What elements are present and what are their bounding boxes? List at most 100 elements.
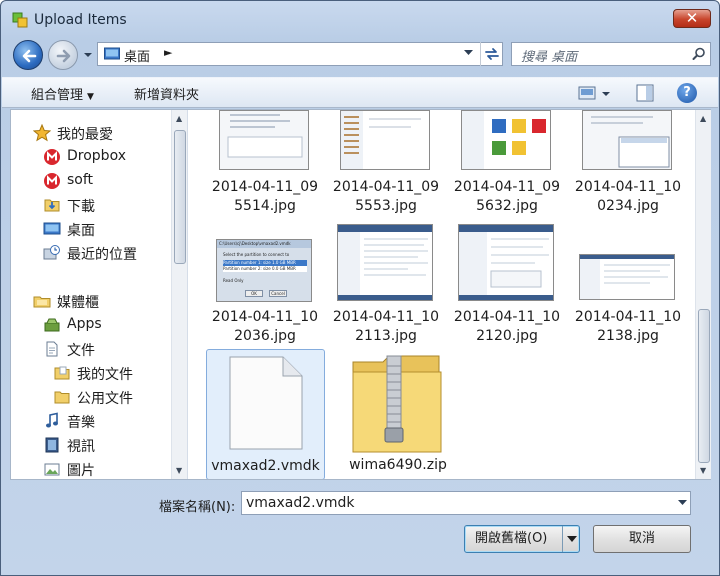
file-scroll-thumb[interactable]: [698, 309, 710, 463]
star-icon: [33, 124, 51, 142]
breadcrumb-chevron-icon[interactable]: ►: [164, 46, 172, 59]
title-bar: Upload Items ✕: [1, 1, 719, 39]
history-dropdown-icon[interactable]: [83, 50, 93, 60]
screenshot-preview: [338, 225, 432, 300]
file-name-line1: 2014-04-11_09: [332, 179, 440, 195]
screenshot-preview: [462, 111, 550, 169]
nav-favorites-label: 我的最愛: [57, 127, 113, 143]
screenshot-preview: [341, 111, 429, 169]
scroll-up-icon[interactable]: ▲: [700, 114, 706, 123]
refresh-button[interactable]: [480, 42, 502, 66]
nav-scroll-thumb[interactable]: [174, 130, 186, 264]
file-name: vmaxad2.vmdk: [211, 458, 320, 474]
navigation-pane: 我的最愛 Dropbox soft 下載 桌面 最近的位置 媒體櫃 Apps 文…: [11, 110, 188, 479]
file-thumbnail[interactable]: [579, 254, 675, 300]
nav-libraries-label: 媒體櫃: [57, 295, 99, 311]
file-name-line1: 2014-04-11_10: [211, 309, 319, 325]
file-name-line2: 5632.jpg: [476, 198, 538, 214]
dialog-preview-checkbox: Read Only: [223, 278, 244, 283]
file-name-line1: 2014-04-11_10: [453, 309, 561, 325]
nav-item-label: 最近的位置: [67, 247, 137, 263]
nav-item-label: 下載: [67, 199, 95, 215]
dialog-preview-prompt: Select the partition to connect to: [223, 252, 290, 257]
filename-dropdown-icon[interactable]: [678, 500, 687, 506]
download-folder-icon: [44, 199, 60, 212]
organize-menu[interactable]: 組合管理 ▼: [31, 84, 94, 103]
file-thumbnail[interactable]: [582, 110, 672, 170]
file-name-line2: 5514.jpg: [234, 198, 296, 214]
nav-item-label: 音樂: [67, 415, 95, 431]
new-folder-button[interactable]: 新增資料夾: [134, 84, 199, 103]
file-list: 2014-04-11_09 5514.jpg 2014-04-11_09 555…: [189, 110, 695, 479]
nav-item-label: 圖片: [67, 463, 95, 479]
arrow-right-icon: [56, 49, 71, 63]
desktop-icon: [43, 222, 61, 235]
nav-item-label: 視訊: [67, 439, 95, 455]
file-thumbnail[interactable]: [458, 224, 554, 301]
desktop-folder-icon: [104, 47, 120, 60]
search-placeholder: 搜尋 桌面: [521, 50, 578, 65]
file-item[interactable]: wima6490.zip: [339, 351, 457, 479]
upload-dialog: Upload Items ✕ 桌面 ► 搜尋 桌面 組合管理 ▼ 新增資料夾 ?…: [0, 0, 720, 576]
file-thumbnail[interactable]: [461, 110, 551, 170]
documents-icon: [46, 341, 58, 357]
file-thumbnail[interactable]: [337, 224, 433, 301]
search-input[interactable]: 搜尋 桌面: [511, 42, 711, 66]
blank-document-icon: [229, 356, 303, 450]
forward-button[interactable]: [48, 40, 78, 70]
filename-label: 檔案名稱(N):: [159, 500, 236, 515]
filename-input[interactable]: vmaxad2.vmdk: [241, 491, 691, 515]
file-name-line2: 2036.jpg: [234, 328, 296, 344]
file-name: wima6490.zip: [349, 457, 447, 473]
dialog-preview-cancel: Cancel: [269, 290, 287, 297]
mega-icon: [44, 149, 60, 165]
filename-value: vmaxad2.vmdk: [246, 495, 355, 511]
file-thumbnail[interactable]: C:\Users\cj\Desktop\vmaxad2.vmdk Select …: [216, 239, 312, 302]
nav-item-label: 我的文件: [77, 367, 133, 383]
screenshot-preview: [583, 111, 671, 169]
search-icon[interactable]: [692, 47, 706, 61]
arrow-left-icon: [22, 49, 37, 63]
window-title: Upload Items: [34, 12, 127, 28]
organize-label: 組合管理: [31, 88, 84, 103]
file-thumbnail[interactable]: [219, 110, 309, 170]
file-thumbnail[interactable]: [340, 110, 430, 170]
change-view-icon[interactable]: [578, 84, 612, 104]
close-button[interactable]: ✕: [673, 9, 711, 28]
scroll-down-icon[interactable]: ▼: [176, 466, 182, 475]
refresh-icon: [485, 48, 499, 60]
content-area: 我的最愛 Dropbox soft 下載 桌面 最近的位置 媒體櫃 Apps 文…: [10, 109, 711, 480]
video-icon: [45, 437, 59, 453]
address-bar[interactable]: 桌面 ►: [97, 42, 503, 66]
file-name[interactable]: 2014-04-11_10 2120.jpg: [451, 308, 563, 346]
breadcrumb-desktop[interactable]: 桌面: [124, 46, 150, 65]
file-name[interactable]: 2014-04-11_09 5632.jpg: [451, 178, 563, 216]
file-name[interactable]: 2014-04-11_09 5553.jpg: [330, 178, 442, 216]
nav-scrollbar[interactable]: ▲ ▼: [171, 110, 187, 479]
scroll-down-icon[interactable]: ▼: [700, 466, 706, 475]
back-button[interactable]: [13, 40, 43, 70]
screenshot-preview: [220, 111, 308, 169]
open-button[interactable]: 開啟舊檔(O): [464, 525, 580, 553]
chevron-down-icon: ▼: [87, 92, 94, 102]
nav-item-label: soft: [67, 172, 94, 188]
preview-pane-icon[interactable]: [636, 84, 654, 102]
scroll-up-icon[interactable]: ▲: [176, 114, 182, 123]
file-name[interactable]: 2014-04-11_09 5514.jpg: [209, 178, 321, 216]
file-name-line2: 0234.jpg: [597, 198, 659, 214]
cancel-button[interactable]: 取消: [593, 525, 691, 553]
file-name[interactable]: 2014-04-11_10 2036.jpg: [209, 308, 321, 346]
open-options-dropdown[interactable]: [562, 526, 580, 552]
address-dropdown-icon[interactable]: [464, 50, 473, 56]
help-icon[interactable]: ?: [677, 83, 697, 103]
file-name-line1: 2014-04-11_09: [453, 179, 561, 195]
recent-places-icon: [43, 245, 60, 260]
nav-item-label: Apps: [67, 316, 102, 332]
file-scrollbar[interactable]: ▲ ▼: [695, 110, 711, 479]
file-name[interactable]: 2014-04-11_10 2113.jpg: [330, 308, 442, 346]
selected-file-item[interactable]: vmaxad2.vmdk: [206, 349, 325, 479]
file-name[interactable]: 2014-04-11_10 0234.jpg: [572, 178, 684, 216]
dialog-preview-title: C:\Users\cj\Desktop\vmaxad2.vmdk: [217, 240, 311, 248]
file-name[interactable]: 2014-04-11_10 2138.jpg: [572, 308, 684, 346]
pictures-icon: [44, 463, 60, 476]
